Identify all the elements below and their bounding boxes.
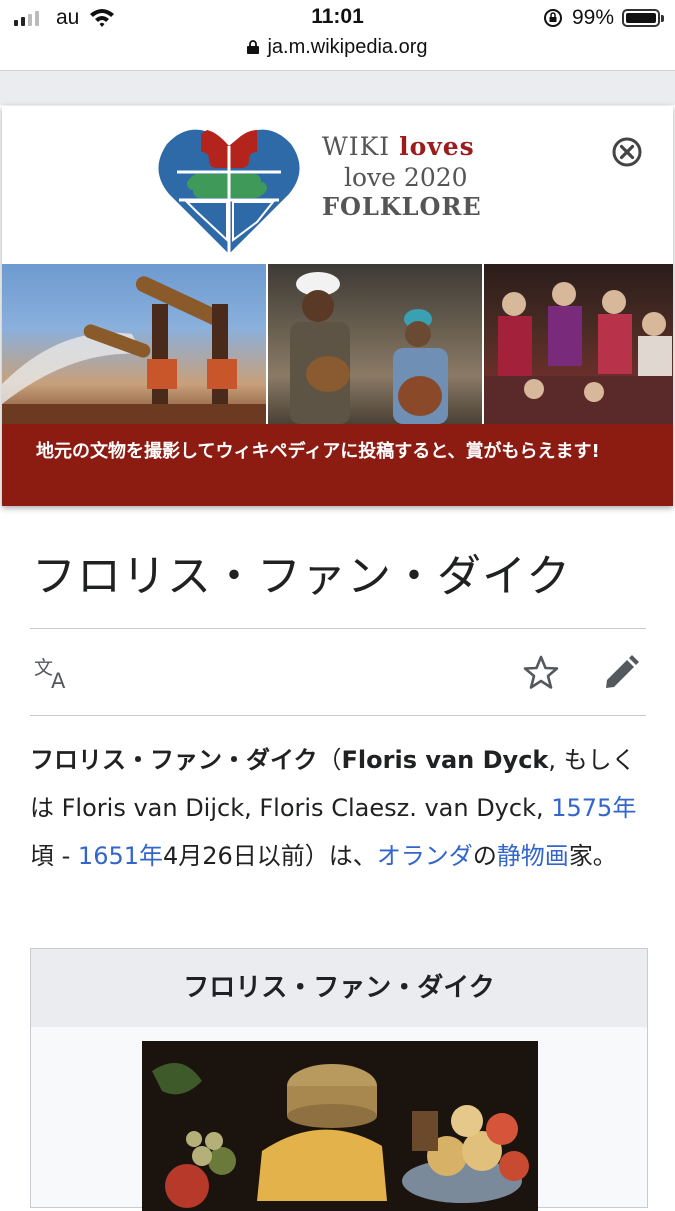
lead-latin-name: Floris van Dyck (341, 746, 549, 774)
photo-musicians (268, 264, 482, 424)
close-icon[interactable] (611, 136, 643, 168)
title-divider (30, 628, 646, 629)
brand-loves: loves (399, 132, 475, 161)
actions-divider (30, 715, 646, 716)
brand-folklore: FOLKLORE (322, 192, 482, 221)
link-1651[interactable]: 1651年 (78, 842, 163, 870)
photo-drummers (2, 264, 266, 424)
padlock-icon (247, 40, 260, 54)
lead-name: フロリス・ファン・ダイク (30, 746, 318, 774)
campaign-notice[interactable]: 地元の文物を撮影してウィキペディアに投稿すると、賞がもらえます! (2, 424, 673, 506)
star-icon[interactable] (522, 654, 560, 692)
page-actions: 文 A (0, 640, 675, 710)
photo-dancers (484, 264, 673, 424)
folklore-photos (2, 264, 673, 424)
infobox: フロリス・ファン・ダイク (30, 948, 648, 1211)
brand-year: love 2020 (344, 163, 468, 192)
lead-text-3: の (472, 842, 497, 870)
link-1575[interactable]: 1575年 (551, 794, 636, 822)
infobox-title: フロリス・ファン・ダイク (31, 949, 647, 1027)
language-icon[interactable]: 文 A (34, 656, 74, 690)
brand-wiki: WIKI (322, 132, 400, 161)
page-title: フロリス・ファン・ダイク (32, 551, 572, 602)
lead-text-2: 4月26日以前）は、 (163, 842, 377, 870)
campaign-brand: WIKI loves love 2020 FOLKLORE (322, 132, 482, 221)
lead-paragraph: フロリス・ファン・ダイク（Floris van Dyck, もしくは Flori… (30, 736, 645, 880)
wiki-loves-folklore-logo (158, 129, 300, 254)
page-header-strip (0, 70, 675, 105)
lead-paren: （ (317, 746, 342, 774)
battery-icon (622, 9, 664, 27)
still-life-painting[interactable] (142, 1041, 538, 1211)
campaign-banner[interactable]: WIKI loves love 2020 FOLKLORE 地元の文物を撮影して… (2, 106, 673, 506)
battery-percent: 99% (572, 6, 615, 29)
status-bar: au 11:01 99% (0, 0, 675, 36)
lead-text-end: 家。 (568, 842, 617, 870)
svg-text:A: A (51, 669, 66, 690)
address-bar[interactable]: ja.m.wikipedia.org (0, 36, 675, 70)
edit-pencil-icon[interactable] (602, 654, 640, 692)
lead-text-1: 頃 - (30, 842, 78, 870)
rotation-lock-icon (544, 9, 562, 27)
url-text: ja.m.wikipedia.org (267, 36, 428, 58)
link-still-life[interactable]: 静物画 (497, 842, 569, 870)
link-netherlands[interactable]: オランダ (377, 842, 473, 870)
